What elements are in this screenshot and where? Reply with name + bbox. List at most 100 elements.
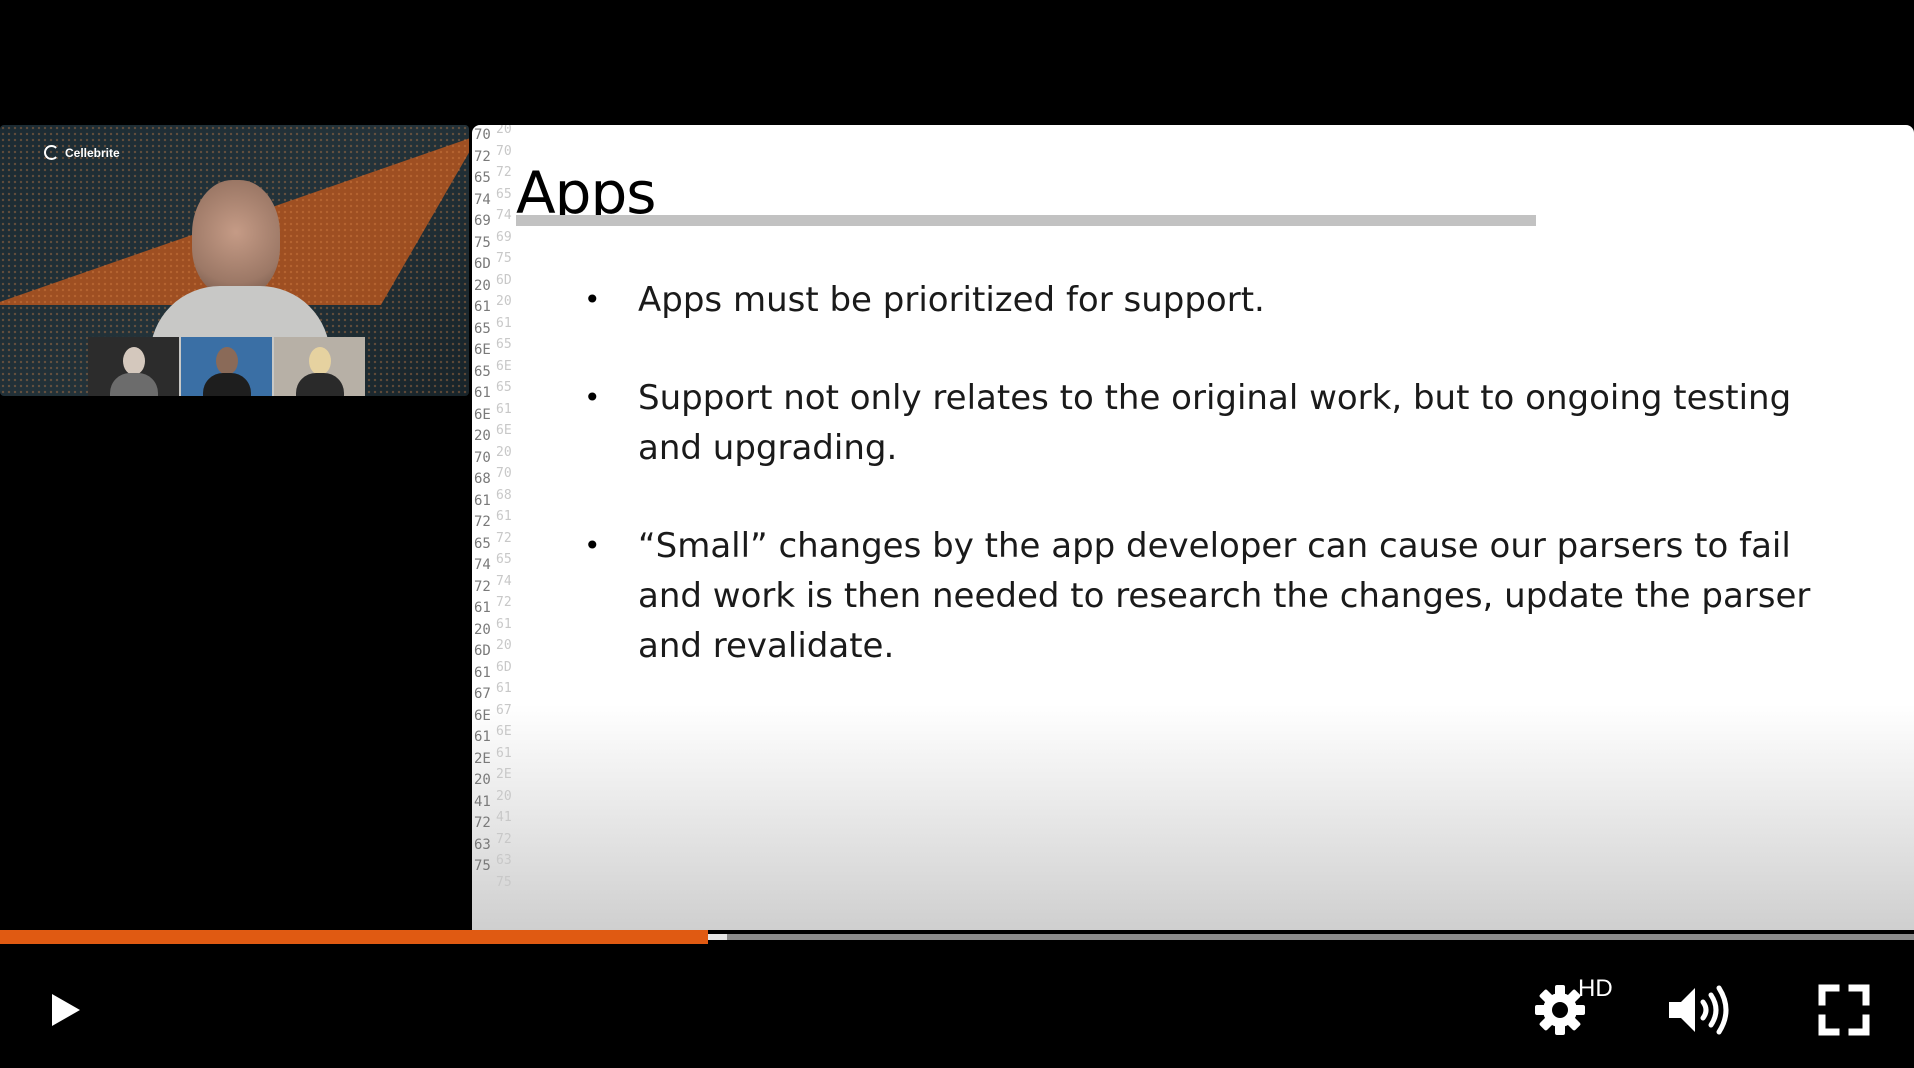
- hex-value: 74: [474, 557, 491, 573]
- participant-body: [110, 373, 158, 396]
- bullet-text: Apps must be prioritized for support.: [638, 280, 1265, 320]
- hex-sidebar: 70 20 72 70 65 72 74 65 69 74 75 69 6D 75 20 6D 61 20 65 61…: [474, 125, 514, 899]
- hex-value-faint: 72: [496, 530, 512, 546]
- hex-value-faint: 6D: [496, 272, 512, 288]
- bullet-dot-icon: •: [584, 381, 601, 414]
- hex-value-faint: 72: [496, 831, 512, 847]
- hex-value-faint: 41: [496, 810, 512, 825]
- participant-head: [309, 347, 331, 375]
- hex-value: 75: [474, 234, 491, 251]
- hex-value-faint: 61: [496, 315, 512, 331]
- hex-value-faint: 61: [496, 745, 512, 761]
- hex-value: 6E: [474, 707, 491, 724]
- hex-value: 20: [474, 772, 491, 788]
- hex-value: 70: [474, 449, 491, 466]
- hex-value-faint: 2E: [496, 767, 512, 782]
- play-icon[interactable]: [42, 988, 86, 1032]
- hex-value: 65: [474, 535, 491, 552]
- progress-buffered: [708, 934, 728, 940]
- participant-thumbnail: [88, 337, 179, 396]
- progress-played[interactable]: [0, 930, 709, 944]
- hex-value-faint: 70: [496, 143, 512, 159]
- hex-value-faint: 74: [496, 573, 512, 589]
- hex-value-faint: 75: [496, 251, 512, 266]
- brand-name: Cellebrite: [65, 145, 120, 160]
- hex-value: 61: [474, 664, 491, 681]
- volume-button[interactable]: [1665, 975, 1735, 1045]
- presenter-head: [192, 180, 280, 296]
- hex-value-faint: 69: [496, 229, 512, 245]
- hex-value-faint: 61: [496, 681, 512, 696]
- participant-body: [203, 373, 251, 396]
- hex-value-faint: 61: [496, 401, 512, 417]
- participant-thumbnail: [274, 337, 365, 396]
- fullscreen-icon[interactable]: [1818, 984, 1870, 1036]
- hex-value-faint: 63: [496, 853, 512, 868]
- hex-value-faint: 6E: [496, 423, 512, 438]
- hex-value: 61: [474, 492, 491, 509]
- cellebrite-logo-icon: [44, 145, 59, 160]
- hex-value: 6D: [474, 643, 491, 659]
- participant-head: [123, 347, 145, 375]
- hex-value-faint: 74: [496, 208, 512, 223]
- hex-value-faint: 65: [496, 186, 512, 202]
- hex-value-faint: 6E: [496, 724, 512, 739]
- hex-value: 61: [474, 729, 491, 745]
- hex-value: 68: [474, 471, 491, 487]
- hex-value-faint: 20: [496, 125, 512, 137]
- hex-value: 70: [474, 127, 491, 143]
- volume-icon[interactable]: [1665, 982, 1735, 1038]
- brand-logo: Cellebrite: [44, 145, 120, 160]
- hex-value: 61: [474, 299, 491, 315]
- hex-value: 2E: [474, 750, 491, 767]
- hex-value: 41: [474, 793, 491, 810]
- hex-value: 67: [474, 686, 491, 702]
- hex-value: 72: [474, 815, 491, 831]
- hex-value: 69: [474, 213, 491, 229]
- hex-value: 63: [474, 836, 491, 853]
- hex-value: 20: [474, 428, 491, 444]
- video-player[interactable]: Cellebrite 70 20 72 70 65 72 74 65 69 74 75 69 6D 75 2…: [0, 0, 1914, 1068]
- bullet-list: • Apps must be prioritized for support. …: [584, 275, 1834, 719]
- hex-value: 65: [474, 320, 491, 337]
- hex-row: 75: [474, 875, 514, 900]
- participant-body: [296, 373, 344, 396]
- webcam-feed: Cellebrite: [0, 125, 469, 396]
- presentation-slide: 70 20 72 70 65 72 74 65 69 74 75 69 6D 75 20 6D 61 20 65 61…: [472, 125, 1914, 930]
- hex-value-faint: 20: [496, 294, 512, 309]
- bullet-item: • Support not only relates to the origin…: [584, 373, 1834, 473]
- hex-value: 6E: [474, 406, 491, 423]
- hex-value: 61: [474, 385, 491, 401]
- hex-value: 72: [474, 514, 491, 530]
- hex-value-faint: 61: [496, 509, 512, 524]
- bullet-dot-icon: •: [584, 283, 601, 316]
- hex-value-faint: 20: [496, 444, 512, 460]
- hex-value-faint: 72: [496, 165, 512, 180]
- participant-thumbnail: [181, 337, 272, 396]
- bullet-item: • Apps must be prioritized for support.: [584, 275, 1834, 325]
- bullet-text: “Small” changes by the app developer can…: [638, 526, 1811, 666]
- participant-thumbnails: [88, 337, 365, 396]
- hex-value-faint: 20: [496, 788, 512, 804]
- hex-value: 65: [474, 170, 491, 186]
- hex-value-faint: 65: [496, 380, 512, 395]
- hd-badge: HD: [1578, 975, 1613, 1002]
- hex-value: 20: [474, 277, 491, 294]
- hex-value: 61: [474, 600, 491, 616]
- hex-value-faint: 6D: [496, 659, 512, 675]
- bullet-item: • “Small” changes by the app developer c…: [584, 521, 1834, 671]
- play-button[interactable]: [34, 980, 94, 1040]
- settings-button[interactable]: HD: [1520, 975, 1613, 1045]
- hex-value-faint: 75: [496, 874, 512, 890]
- progress-bar[interactable]: [0, 930, 1914, 944]
- hex-value-faint: 61: [496, 616, 512, 632]
- hex-value-faint: 20: [496, 638, 512, 653]
- title-underline: [516, 215, 1536, 226]
- hex-value-faint: 6E: [496, 358, 512, 374]
- hex-value: 20: [474, 621, 491, 638]
- bullet-text: Support not only relates to the original…: [638, 378, 1792, 468]
- fullscreen-button[interactable]: [1812, 978, 1876, 1042]
- hex-value: 65: [474, 363, 491, 380]
- hex-value-faint: 67: [496, 702, 512, 718]
- hex-value: 75: [474, 858, 491, 874]
